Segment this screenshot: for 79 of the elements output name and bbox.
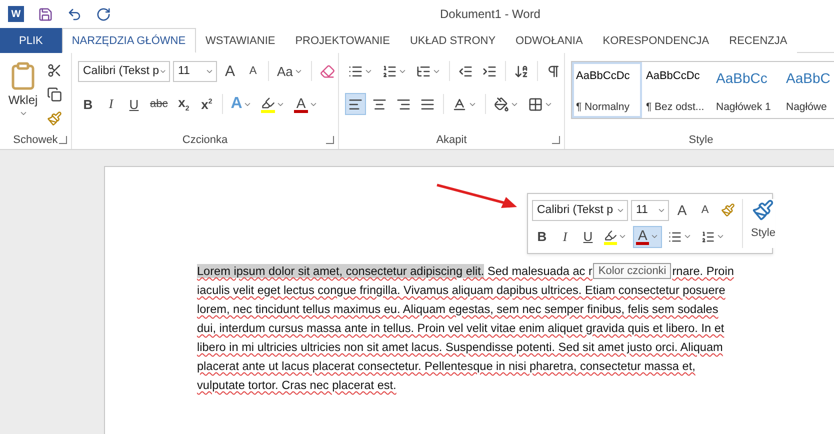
- file-tab[interactable]: PLIK: [0, 28, 62, 53]
- style-item[interactable]: AaBbCcDc ¶ Normalny: [572, 62, 642, 118]
- body-text: dui, interdum cursus massa ante in tellus. Proin vel velit vitae enim aliquet gravida quis et libero. In et: [197, 320, 724, 334]
- style-preview: AaBbCc: [716, 70, 768, 86]
- shrink-font-button[interactable]: A: [695, 199, 715, 222]
- ribbon-tab[interactable]: NARZĘDZIA GŁÓWNE: [62, 28, 196, 53]
- paint-bucket-icon: [494, 96, 509, 112]
- group-label: Akapit: [436, 134, 467, 146]
- body-text: Sed malesuada ac r: [486, 264, 592, 278]
- grow-font-button[interactable]: A: [220, 60, 240, 82]
- underline-button[interactable]: U: [578, 226, 598, 248]
- style-preview: AaBbCcDc: [646, 70, 700, 82]
- group-label: Schowek: [13, 134, 58, 146]
- launcher-icon[interactable]: [59, 136, 67, 144]
- redo-icon[interactable]: [96, 6, 111, 22]
- style-name: Nagłówe: [786, 101, 827, 113]
- launcher-icon[interactable]: [326, 136, 334, 144]
- body-text: placerat ante ut lacus placerat consectetur. Pellentesque in nisi pharetra, consectetur massa et,: [197, 358, 696, 372]
- numbered-list-icon: [701, 230, 716, 244]
- align-right-icon: [396, 96, 411, 112]
- numbered-list-icon: [382, 64, 397, 78]
- bold-button[interactable]: B: [78, 93, 98, 115]
- strikethrough-button[interactable]: abc: [147, 93, 171, 115]
- font-size-field[interactable]: 11: [173, 60, 217, 82]
- decrease-indent-icon: [458, 64, 473, 78]
- paintbrush-icon: [47, 110, 62, 126]
- font-color-button[interactable]: A: [291, 93, 321, 115]
- align-justify-icon: [420, 96, 435, 112]
- word-logo: W: [8, 6, 24, 22]
- window-title: Dokument1 - Word: [440, 7, 540, 21]
- highlighter-icon: [261, 96, 276, 110]
- underline-button[interactable]: U: [124, 93, 144, 115]
- font-name-field[interactable]: Calibri (Tekst p: [532, 200, 628, 221]
- bold-button[interactable]: B: [532, 226, 552, 248]
- pilcrow-icon: [546, 64, 561, 78]
- align-left-button[interactable]: [345, 93, 366, 115]
- paintbrush-icon: [721, 203, 735, 218]
- tooltip: Kolor czcionki: [593, 262, 672, 278]
- align-left-icon: [348, 96, 363, 112]
- selected-text: Lorem ipsum dolor sit amet, consectetur adipiscing elit.: [197, 264, 484, 278]
- italic-button[interactable]: I: [101, 93, 121, 115]
- copy-icon: [47, 86, 62, 102]
- align-center-icon: [372, 96, 387, 112]
- body-text: vulputate tortor. Cras nec placerat est.: [197, 378, 396, 392]
- style-name: ¶ Bez odst...: [646, 101, 704, 113]
- paste-button[interactable]: Wklej: [6, 59, 40, 131]
- style-preview: AaBbC: [786, 70, 830, 86]
- grow-font-button[interactable]: A: [672, 199, 692, 222]
- bullet-list-icon: [348, 64, 363, 78]
- multilevel-list-icon: [416, 64, 431, 78]
- increase-indent-icon: [482, 64, 497, 78]
- bullet-list-icon: [668, 230, 682, 244]
- undo-icon[interactable]: [67, 6, 82, 22]
- highlighter-icon: [604, 228, 617, 242]
- change-case-button[interactable]: Aa: [274, 60, 306, 82]
- font-size-field[interactable]: 11: [631, 200, 669, 221]
- subscript-button[interactable]: x$_{2}$: [174, 93, 194, 115]
- caret-icon: [18, 109, 28, 118]
- scissors-icon: [47, 62, 62, 78]
- italic-button[interactable]: I: [555, 226, 575, 248]
- shrink-font-button[interactable]: A: [243, 60, 263, 82]
- superscript-button[interactable]: x$^{2}$: [196, 93, 217, 115]
- font-name-field[interactable]: Calibri (Tekst p: [78, 60, 170, 82]
- group-label: Style: [688, 134, 714, 146]
- body-text: lorem, nec tincidunt tellus maximus eu. Aliquam egestas, sem nec semper finibus, felis sem sodales: [197, 302, 718, 316]
- launcher-icon[interactable]: [552, 136, 560, 144]
- styles-button[interactable]: Style: [742, 199, 776, 248]
- style-name: ¶ Normalny: [576, 101, 630, 113]
- eraser-icon: [320, 64, 335, 78]
- body-text: libero in mi ultricies ultricies non sit amet lacus. Suspendisse potenti. Sed sit amet justo orci. Aliquam: [197, 340, 723, 354]
- save-icon[interactable]: [38, 6, 53, 22]
- font-color-button[interactable]: A: [633, 226, 662, 248]
- group-label: Czcionka: [182, 134, 228, 146]
- grid-icon: [528, 96, 543, 112]
- body-text: rnare. Proin: [672, 264, 734, 278]
- style-preview: AaBbCcDc: [576, 70, 630, 82]
- style-name: Nagłówek 1: [716, 101, 771, 113]
- sort-icon: [514, 64, 529, 78]
- body-text: iaculis velit eget lectus congue fringilla. Vivamus aliquam dapibus ultrices. Etiam consectetur posuere: [197, 282, 726, 296]
